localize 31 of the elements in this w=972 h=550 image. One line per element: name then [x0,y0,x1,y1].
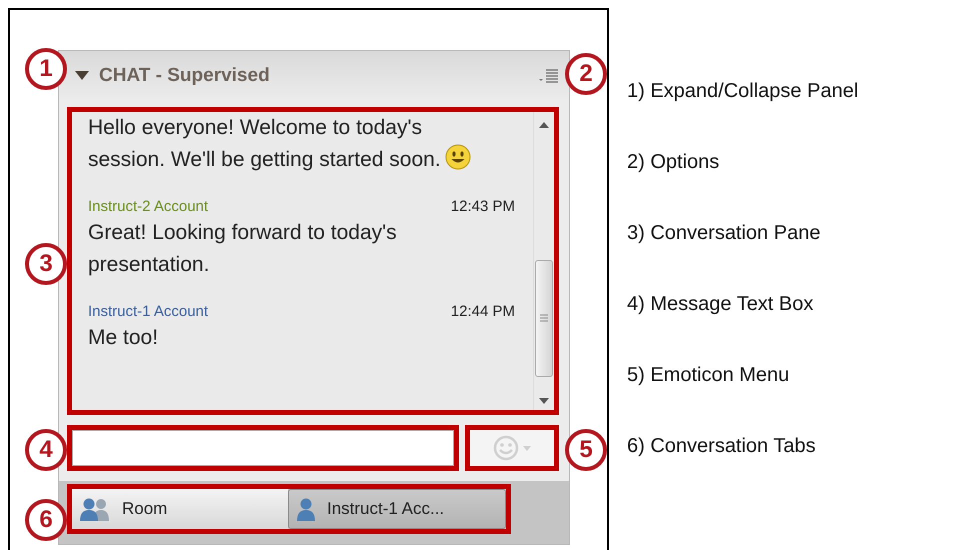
legend-item: 1) Expand/Collapse Panel [627,79,858,104]
callout-number: 2 [565,53,607,95]
legend-item: 4) Message Text Box [627,292,814,317]
panel-title: CHAT - Supervised [99,65,271,87]
sender-name: Instruct-2 Account [88,198,208,215]
scroll-thumb[interactable] [535,260,553,376]
conversation-tab[interactable]: Room [72,489,288,529]
person-icon [295,497,317,521]
callout-number: 5 [565,429,607,471]
conversation-tab[interactable]: Instruct-1 Acc... [288,489,506,529]
callout-number: 3 [25,243,67,285]
message-time: 12:44 PM [450,303,515,320]
legend-item: 5) Emoticon Menu [627,363,790,388]
group-icon [78,497,112,521]
message-text: Great! Looking forward to today's presentation. [88,221,397,276]
options-menu-icon[interactable] [539,68,559,84]
scroll-up-icon[interactable] [539,122,549,128]
legend-item: 6) Conversation Tabs [627,434,817,459]
callout-number: 1 [25,48,67,90]
callout-number: 6 [25,499,67,541]
legend-item: 3) Conversation Pane [627,221,822,246]
expand-caret-icon[interactable] [75,71,89,81]
scroll-down-icon[interactable] [539,398,549,404]
grip-icon [540,313,548,323]
callout-number: 4 [25,429,67,471]
message-time: 12:43 PM [450,198,515,215]
legend-item: 2) Options [627,150,720,175]
scrollbar[interactable] [533,112,554,410]
message-text: Me too! [88,326,158,349]
message-text: Hello everyone! Welcome to today's session. We'll be getting started soon. [88,116,441,171]
sender-name: Instruct-1 Account [88,303,208,320]
